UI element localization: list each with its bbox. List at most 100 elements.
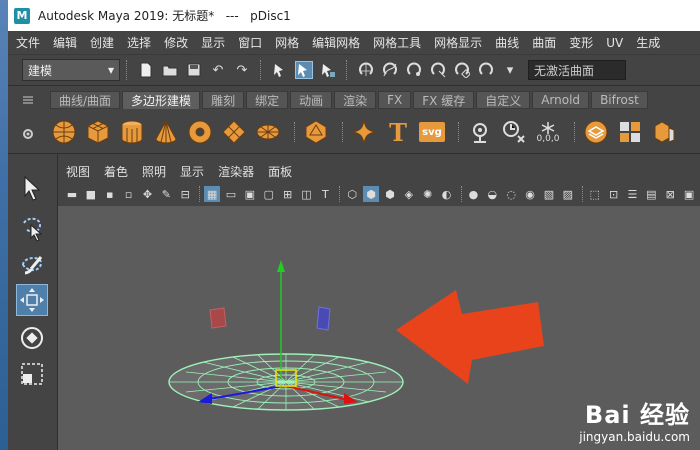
lasso-tool-icon[interactable] <box>16 212 48 244</box>
select-by-hierarchy-icon[interactable] <box>271 61 289 79</box>
viewport-transform-icon[interactable]: ▣ <box>681 186 697 202</box>
snap-to-view-plane-icon[interactable] <box>429 61 447 79</box>
xray-joints-icon[interactable]: ⬚ <box>587 186 603 202</box>
poly-disc-icon[interactable] <box>254 118 282 146</box>
combine-icon[interactable] <box>582 118 610 146</box>
gamma-icon[interactable]: ▤ <box>643 186 659 202</box>
menu-edit-mesh[interactable]: 编辑网格 <box>312 34 360 51</box>
new-scene-icon[interactable] <box>137 61 155 79</box>
screen-space-ao-icon[interactable]: ● <box>466 186 482 202</box>
platonic-solid-icon[interactable] <box>302 118 330 146</box>
field-chart-icon[interactable]: ⊞ <box>280 186 296 202</box>
live-surface-field[interactable]: 无激活曲面 <box>528 60 626 80</box>
shadows-icon[interactable]: ◐ <box>439 186 455 202</box>
isolate-select-icon[interactable]: ▧ <box>541 186 557 202</box>
menu-modify[interactable]: 修改 <box>164 34 188 51</box>
menu-edit[interactable]: 编辑 <box>53 34 77 51</box>
tab-rendering[interactable]: 渲染 <box>334 91 377 109</box>
film-gate-icon[interactable]: ▭ <box>223 186 239 202</box>
camera-attributes-icon[interactable]: ■ <box>83 186 99 202</box>
open-scene-icon[interactable] <box>161 61 179 79</box>
panel-menu-lighting[interactable]: 照明 <box>142 163 166 180</box>
boolean-icon[interactable] <box>466 118 494 146</box>
snap-to-surface-icon[interactable] <box>477 61 495 79</box>
scale-tool-icon[interactable] <box>16 358 48 390</box>
paint-select-tool-icon[interactable] <box>16 248 48 280</box>
menu-display[interactable]: 显示 <box>201 34 225 51</box>
extract-icon[interactable] <box>650 118 678 146</box>
gate-mask-icon[interactable]: ▢ <box>261 186 277 202</box>
safe-action-icon[interactable]: ◫ <box>299 186 315 202</box>
separate-icon[interactable] <box>616 118 644 146</box>
snap-to-point-icon[interactable] <box>405 61 423 79</box>
color-management-icon[interactable]: ⊠ <box>662 186 678 202</box>
rotate-tool-icon[interactable] <box>16 322 48 354</box>
svg-tool-icon[interactable]: svg <box>418 118 446 146</box>
tab-sculpting[interactable]: 雕刻 <box>202 91 245 109</box>
clock-counter-icon[interactable] <box>500 118 528 146</box>
select-tool-icon[interactable] <box>16 172 48 204</box>
undo-icon[interactable]: ↶ <box>209 61 227 79</box>
two-d-pan-icon[interactable]: ✥ <box>140 186 156 202</box>
panel-menu-shading[interactable]: 着色 <box>104 163 128 180</box>
anti-aliasing-icon[interactable]: ◌ <box>503 186 519 202</box>
grid-toggle-icon[interactable]: ⊟ <box>177 186 193 202</box>
tab-fx-caching[interactable]: FX 缓存 <box>413 91 475 109</box>
menu-mesh[interactable]: 网格 <box>275 34 299 51</box>
grid-icon[interactable]: ▦ <box>204 186 220 202</box>
panel-menu-view[interactable]: 视图 <box>66 163 90 180</box>
poly-cylinder-icon[interactable] <box>118 118 146 146</box>
poly-plane-icon[interactable] <box>220 118 248 146</box>
menu-select[interactable]: 选择 <box>127 34 151 51</box>
gear-icon[interactable] <box>22 128 34 140</box>
xray-icon[interactable]: ▨ <box>560 186 576 202</box>
perspective-viewport[interactable]: Bai 经验 jingyan.baidu.com <box>58 206 700 450</box>
resolution-gate-icon[interactable]: ▣ <box>242 186 258 202</box>
menu-generate[interactable]: 生成 <box>636 34 660 51</box>
save-scene-icon[interactable] <box>185 61 203 79</box>
shelf-menu-icon[interactable] <box>22 94 34 106</box>
select-by-component-icon[interactable] <box>319 61 337 79</box>
snap-to-curve-icon[interactable] <box>381 61 399 79</box>
chevron-down-icon[interactable]: ▾ <box>501 61 519 79</box>
menu-mesh-tools[interactable]: 网格工具 <box>373 34 421 51</box>
tab-fx[interactable]: FX <box>378 91 412 109</box>
wireframe-icon[interactable]: ⬡ <box>344 186 360 202</box>
menu-set-dropdown[interactable]: 建模 ▾ <box>22 59 120 81</box>
depth-of-field-icon[interactable]: ◉ <box>522 186 538 202</box>
tab-bifrost[interactable]: Bifrost <box>591 91 648 109</box>
tab-arnold[interactable]: Arnold <box>532 91 590 109</box>
super-shape-icon[interactable] <box>350 118 378 146</box>
tab-animation[interactable]: 动画 <box>290 91 333 109</box>
tab-poly-modeling[interactable]: 多边形建模 <box>122 91 201 109</box>
tab-curves-surfaces[interactable]: 曲线/曲面 <box>50 91 121 109</box>
poly-cube-icon[interactable] <box>84 118 112 146</box>
image-plane-icon[interactable]: ▫ <box>121 186 137 202</box>
poly-cone-icon[interactable] <box>152 118 180 146</box>
menu-uv[interactable]: UV <box>606 36 623 50</box>
menu-curves[interactable]: 曲线 <box>495 34 519 51</box>
type-tool-icon[interactable]: T <box>384 118 412 147</box>
redo-icon[interactable]: ↷ <box>233 61 251 79</box>
poly-sphere-icon[interactable] <box>50 118 78 146</box>
bookmark-icon[interactable]: ▪ <box>102 186 118 202</box>
yz-plane-handle[interactable] <box>316 306 331 331</box>
backface-culling-icon[interactable]: ⊡ <box>606 186 622 202</box>
tab-custom[interactable]: 自定义 <box>476 91 531 109</box>
wireframe-on-shaded-icon[interactable]: ⬢ <box>382 186 398 202</box>
menu-window[interactable]: 窗口 <box>238 34 262 51</box>
tab-rigging[interactable]: 绑定 <box>246 91 289 109</box>
panel-menu-show[interactable]: 显示 <box>180 163 204 180</box>
snap-to-grid-icon[interactable] <box>357 61 375 79</box>
menu-create[interactable]: 创建 <box>90 34 114 51</box>
xy-plane-handle[interactable] <box>209 307 227 329</box>
move-tool-icon[interactable] <box>16 284 48 316</box>
exposure-icon[interactable]: ☰ <box>625 186 641 202</box>
motion-blur-icon[interactable]: ◒ <box>484 186 500 202</box>
menu-deform[interactable]: 变形 <box>569 34 593 51</box>
poly-torus-icon[interactable] <box>186 118 214 146</box>
textured-icon[interactable]: ◈ <box>401 186 417 202</box>
panel-menu-renderer[interactable]: 渲染器 <box>218 163 254 180</box>
use-all-lights-icon[interactable]: ✺ <box>420 186 436 202</box>
camera-select-icon[interactable]: ▬ <box>64 186 80 202</box>
